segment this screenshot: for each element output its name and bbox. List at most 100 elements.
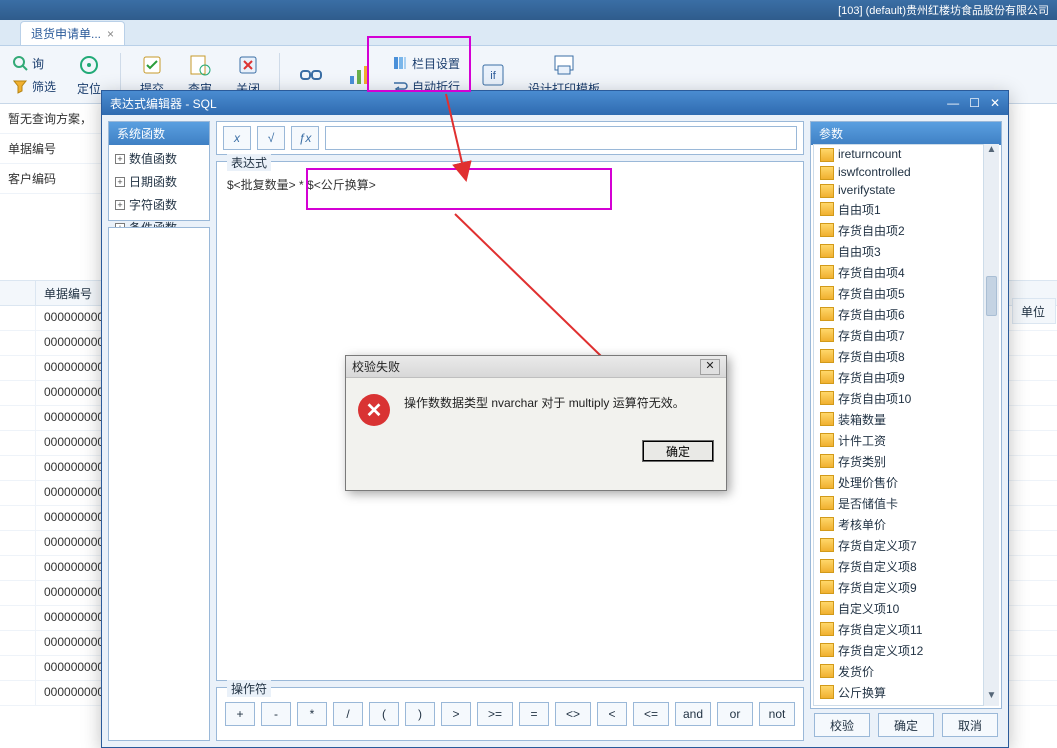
param-item[interactable]: iverifystate <box>814 181 998 199</box>
params-header: 参数 <box>811 122 1001 145</box>
tree-expander-icon[interactable]: + <box>115 154 125 164</box>
error-ok-button[interactable]: 确定 <box>642 440 714 462</box>
operator-button[interactable]: > <box>441 702 471 726</box>
param-item[interactable]: 存货自定义项7 <box>814 535 998 556</box>
param-item[interactable]: 考核单价 <box>814 514 998 535</box>
scroll-thumb[interactable] <box>986 276 997 316</box>
operator-button[interactable]: and <box>675 702 711 726</box>
link-icon <box>298 62 324 88</box>
param-item[interactable]: 存货自由项8 <box>814 346 998 367</box>
param-item[interactable]: 存货自定义项11 <box>814 619 998 640</box>
param-item[interactable]: 存货类别 <box>814 451 998 472</box>
param-item[interactable]: 自由项1 <box>814 199 998 220</box>
filter-icon <box>12 78 28 94</box>
operator-button[interactable]: * <box>297 702 327 726</box>
operator-button[interactable]: <> <box>555 702 591 726</box>
param-item[interactable]: ireturncount <box>814 145 998 163</box>
fx-confirm-button[interactable]: √ <box>257 126 285 150</box>
fx-label-button[interactable]: ƒx <box>291 126 319 150</box>
sysfunc-header: 系统函数 <box>109 122 209 145</box>
operator-button[interactable]: + <box>225 702 255 726</box>
param-item[interactable]: 存货自由项5 <box>814 283 998 304</box>
operator-button[interactable]: - <box>261 702 291 726</box>
row-handle <box>0 406 36 430</box>
param-item[interactable]: 存货自由项6 <box>814 304 998 325</box>
grid-corner <box>0 281 36 305</box>
param-item[interactable]: 存货自定义项8 <box>814 556 998 577</box>
window-minimize-icon[interactable]: — <box>947 96 959 110</box>
if-icon: if <box>480 62 506 88</box>
param-item[interactable]: 存货自定义项12 <box>814 640 998 661</box>
row-handle <box>0 306 36 330</box>
grid-col-unit[interactable]: 单位 <box>1012 298 1056 324</box>
fx-input[interactable] <box>325 126 797 150</box>
param-item[interactable]: 公斤换算 <box>814 682 998 703</box>
close-icon <box>235 52 261 78</box>
chart-button[interactable] <box>338 60 380 90</box>
operator-button[interactable]: ( <box>369 702 399 726</box>
tab-strip: 退货申请单... × <box>0 20 1057 46</box>
expression-input[interactable] <box>223 172 797 196</box>
operator-button[interactable]: not <box>759 702 795 726</box>
scroll-up-icon[interactable]: ▲ <box>984 144 999 160</box>
param-item[interactable]: 存货自由项9 <box>814 367 998 388</box>
operator-button[interactable]: or <box>717 702 753 726</box>
param-item[interactable]: 处理价售价 <box>814 472 998 493</box>
tree-expander-icon[interactable]: + <box>115 177 125 187</box>
param-item[interactable]: 自由项3 <box>814 241 998 262</box>
param-item[interactable]: iswfcontrolled <box>814 163 998 181</box>
param-item[interactable]: 存货自由项10 <box>814 388 998 409</box>
param-item[interactable]: 存货自由项7 <box>814 325 998 346</box>
expression-label: 表达式 <box>227 154 271 171</box>
column-settings-button[interactable]: 栏目设置 <box>386 53 466 74</box>
submit-icon <box>139 52 165 78</box>
window-maximize-icon[interactable]: ☐ <box>969 96 980 110</box>
review-icon <box>187 52 213 78</box>
error-close-icon[interactable]: ✕ <box>700 359 720 375</box>
operator-button[interactable]: ) <box>405 702 435 726</box>
link-button[interactable] <box>290 60 332 90</box>
operator-button[interactable]: < <box>597 702 627 726</box>
editor-title-bar[interactable]: 表达式编辑器 - SQL — ☐ ✕ <box>102 91 1008 115</box>
svg-text:if: if <box>490 70 496 82</box>
tree-item-label: 数值函数 <box>129 150 177 167</box>
operator-button[interactable]: / <box>333 702 363 726</box>
error-title-bar[interactable]: 校验失败 ✕ <box>346 356 726 378</box>
param-item[interactable]: 发货价 <box>814 661 998 682</box>
validate-button[interactable]: 校验 <box>814 713 870 737</box>
param-item[interactable]: 是否储值卡 <box>814 493 998 514</box>
operator-button[interactable]: = <box>519 702 549 726</box>
operator-button[interactable]: >= <box>477 702 513 726</box>
param-item[interactable]: 存货自定义项9 <box>814 577 998 598</box>
row-handle <box>0 481 36 505</box>
cancel-button[interactable]: 取消 <box>942 713 998 737</box>
param-item[interactable]: 计件工资 <box>814 430 998 451</box>
tree-expander-icon[interactable]: + <box>115 200 125 210</box>
tree-item[interactable]: + 数值函数 <box>111 147 207 170</box>
operator-button[interactable]: <= <box>633 702 669 726</box>
ok-button[interactable]: 确定 <box>878 713 934 737</box>
tab-close-icon[interactable]: × <box>107 27 114 41</box>
param-item[interactable]: 存货自由项4 <box>814 262 998 283</box>
filter-button[interactable]: 筛选 <box>6 76 62 97</box>
tab-return-request[interactable]: 退货申请单... × <box>20 21 125 45</box>
params-scrollbar[interactable]: ▲ ▼ <box>983 144 999 706</box>
row-handle <box>0 606 36 630</box>
param-item[interactable]: 装箱数量 <box>814 409 998 430</box>
operators-label: 操作符 <box>227 680 271 697</box>
field-customer-code: 客户编码 <box>0 164 101 194</box>
tree-item[interactable]: +日期函数 <box>111 170 207 193</box>
tab-label: 退货申请单... <box>31 25 101 42</box>
window-close-icon[interactable]: ✕ <box>990 96 1000 110</box>
fx-clear-button[interactable]: x <box>223 126 251 150</box>
error-icon: ✕ <box>358 394 390 426</box>
tree-item[interactable]: +字符函数 <box>111 193 207 216</box>
param-item[interactable]: 存货自由项2 <box>814 220 998 241</box>
scroll-down-icon[interactable]: ▼ <box>984 690 999 706</box>
columns-icon <box>392 55 408 71</box>
titlebar-company: [103] (default)贵州红楼坊食品股份有限公司 <box>838 2 1049 18</box>
param-item[interactable]: 存货自定义项15 <box>814 703 998 706</box>
param-item[interactable]: 自定义项10 <box>814 598 998 619</box>
if-button[interactable]: if <box>472 60 514 90</box>
query-button[interactable]: 询 <box>6 53 62 74</box>
